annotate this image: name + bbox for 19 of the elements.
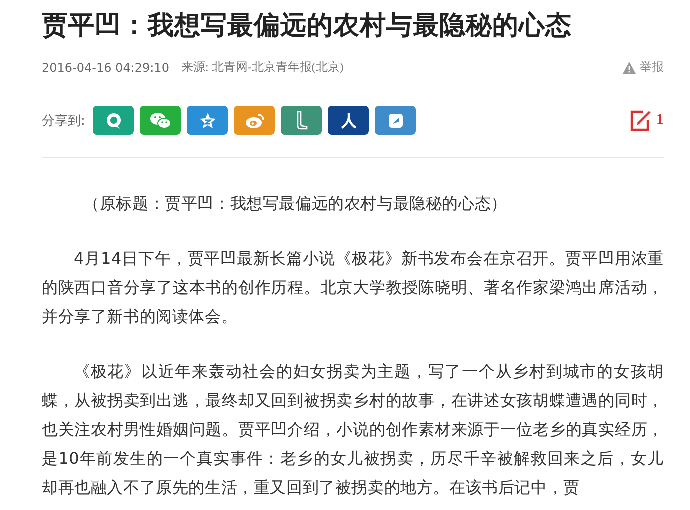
- report-link[interactable]: 举报: [623, 59, 664, 76]
- source-text: 来源: 北青网-北京青年报(北京): [181, 59, 344, 76]
- comment-link[interactable]: 1: [628, 108, 664, 132]
- person-glyph-icon: [340, 112, 358, 130]
- eye-logo-icon: [244, 112, 265, 128]
- publish-time: 2016-04-16 04:29:10: [42, 60, 170, 74]
- share-label: 分享到:: [42, 112, 86, 130]
- article-paragraph: （原标题：贾平凹：我想写最偏远的农村与最隐秘的心态）: [82, 193, 508, 215]
- article-title: 贾平凹：我想写最偏远的农村与最隐秘的心态: [42, 10, 573, 43]
- article-paragraph: 4月14日下午，贾平凹最新长篇小说《极花》新书发布会在京召开。贾平凹用浓重的陕西口音分享了这本书的创作历程。北京大学教授陈晓明、著名作家梁鸿出席活动，并分享了新书的阅读体会。: [42, 248, 664, 328]
- chat-bubbles-icon: [150, 112, 172, 130]
- chat-bubble-icon: [104, 112, 123, 130]
- hook-icon: [294, 110, 309, 130]
- edit-icon: [628, 108, 652, 132]
- warning-icon: [623, 62, 636, 74]
- article-paragraph: 《极花》以近年来轰动社会的妇女拐卖为主题，写了一个从乡村到城市的女孩胡蝶，从被拐卖到出逃，最终却又回到被拐卖乡村的故事，在讲述女孩胡蝶遭遇的同时，也关注农村男性婚姻问题。贾平凹介绍，小说的创作素材来源于一位老乡的真实经历，是10年前发生的一个真实事件：老乡的女儿被拐卖，历尽千辛被解救回来之后，女儿却再也融入不了原先的生活，重又回到了被拐卖的地方。在该书后记中，贾: [42, 361, 664, 499]
- share-button[interactable]: [328, 106, 370, 135]
- note-icon: [386, 112, 405, 130]
- star-icon: [198, 112, 217, 130]
